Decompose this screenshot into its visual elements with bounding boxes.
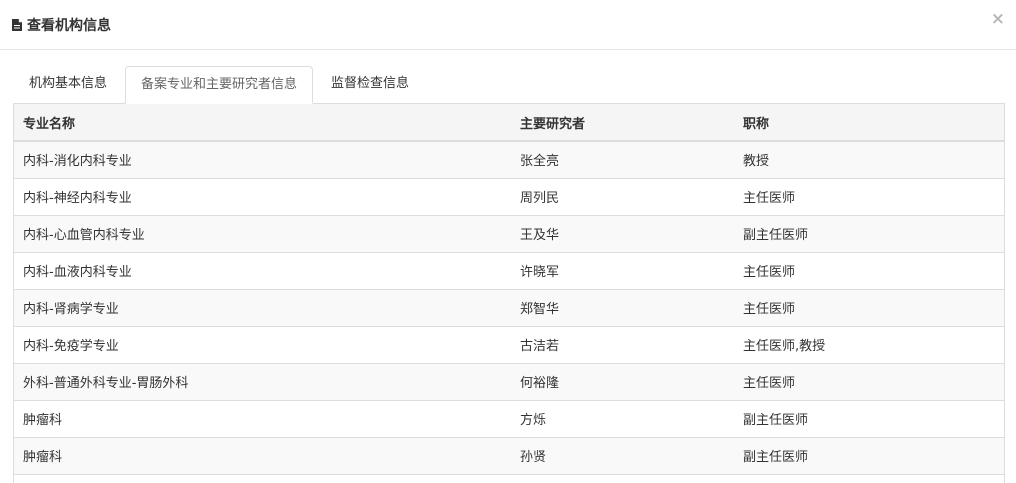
table-row: 外科-普通外科专业-胃肠外科 何裕隆 主任医师	[14, 363, 1004, 401]
column-header-researcher: 主要研究者	[511, 104, 734, 142]
title-cell: 副主任医师	[734, 437, 1004, 475]
specialty-cell: 内科-血液内科专业	[14, 252, 511, 290]
tab-bar: 机构基本信息 备案专业和主要研究者信息 监督检查信息	[13, 66, 1004, 104]
table-row: 内科-神经内科专业 周列民 主任医师	[14, 178, 1004, 216]
researcher-cell: 何裕隆	[511, 363, 734, 401]
specialty-table: 专业名称 主要研究者 职称 内科-消化内科专业 张全亮 教授 内科-神经内科专业 周列民…	[14, 104, 1004, 475]
researcher-cell: 孙贤	[511, 437, 734, 475]
title-cell: 主任医师	[734, 289, 1004, 327]
modal-header: 查看机构信息 ×	[0, 0, 1016, 50]
researcher-cell: 王及华	[511, 215, 734, 253]
table-row: 肿瘤科 方烁 副主任医师	[14, 400, 1004, 438]
modal-title: 查看机构信息	[12, 15, 111, 35]
tab-institution-basic-info[interactable]: 机构基本信息	[14, 66, 122, 103]
researcher-cell: 郑智华	[511, 289, 734, 327]
title-cell: 主任医师,教授	[734, 326, 1004, 364]
tab-specialty-researcher-info[interactable]: 备案专业和主要研究者信息	[125, 66, 314, 104]
table-row: 内科-免疫学专业 古洁若 主任医师,教授	[14, 326, 1004, 364]
researcher-cell: 许晓军	[511, 252, 734, 290]
table-row: 内科-血液内科专业 许晓军 主任医师	[14, 252, 1004, 290]
table-row: 内科-消化内科专业 张全亮 教授	[14, 141, 1004, 179]
specialty-cell: 外科-普通外科专业-胃肠外科	[14, 363, 511, 401]
title-cell: 副主任医师	[734, 400, 1004, 438]
tab-supervision-inspection-info[interactable]: 监督检查信息	[316, 66, 424, 103]
researcher-cell: 张全亮	[511, 141, 734, 179]
title-cell: 副主任医师	[734, 215, 1004, 253]
close-button[interactable]: ×	[991, 11, 1005, 28]
modal-title-text: 查看机构信息	[27, 18, 111, 34]
table-row: 肿瘤科 孙贤 副主任医师	[14, 437, 1004, 475]
specialty-cell: 肿瘤科	[14, 437, 511, 475]
column-header-specialty: 专业名称	[14, 104, 511, 142]
title-cell: 主任医师	[734, 252, 1004, 290]
specialty-cell: 内科-免疫学专业	[14, 326, 511, 364]
table-body: 内科-消化内科专业 张全亮 教授 内科-神经内科专业 周列民 主任医师 内科-心血管内科专业…	[14, 141, 1004, 475]
specialty-cell: 内科-肾病学专业	[14, 289, 511, 327]
specialty-cell: 内科-心血管内科专业	[14, 215, 511, 253]
specialty-table-container: 专业名称 主要研究者 职称 内科-消化内科专业 张全亮 教授 内科-神经内科专业 周列民…	[13, 103, 1005, 483]
specialty-cell: 肿瘤科	[14, 400, 511, 438]
researcher-cell: 方烁	[511, 400, 734, 438]
file-icon	[12, 19, 22, 31]
table-row: 内科-肾病学专业 郑智华 主任医师	[14, 289, 1004, 327]
column-header-title: 职称	[734, 104, 1004, 142]
specialty-cell: 内科-消化内科专业	[14, 141, 511, 179]
researcher-cell: 周列民	[511, 178, 734, 216]
title-cell: 主任医师	[734, 178, 1004, 216]
title-cell: 主任医师	[734, 363, 1004, 401]
table-row: 内科-心血管内科专业 王及华 副主任医师	[14, 215, 1004, 253]
researcher-cell: 古洁若	[511, 326, 734, 364]
specialty-cell: 内科-神经内科专业	[14, 178, 511, 216]
title-cell: 教授	[734, 141, 1004, 179]
table-header-row: 专业名称 主要研究者 职称	[14, 104, 1004, 142]
